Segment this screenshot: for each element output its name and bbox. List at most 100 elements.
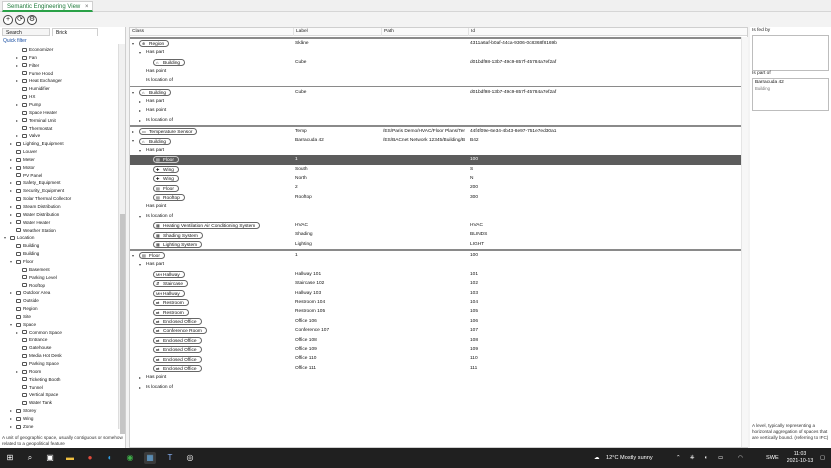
relation-group-row[interactable]: ▾ Has part	[130, 48, 741, 57]
relation-group-row[interactable]: Has point	[130, 202, 741, 211]
entity-row[interactable]: ▾ ▤ Floor 1 100	[130, 251, 741, 260]
tab-search[interactable]: Search	[2, 28, 50, 36]
tree-item[interactable]: Humidifier	[16, 85, 50, 93]
windows-start-icon[interactable]: ⊞	[4, 452, 16, 464]
refresh-icon[interactable]: ⟳	[15, 15, 25, 25]
relation-group-row[interactable]: ▸ Has point	[130, 373, 741, 382]
tray-chevron-icon[interactable]: ⌃	[676, 448, 681, 468]
relation-group-row[interactable]: ▾ Has part	[130, 146, 741, 155]
tree-item[interactable]: ▸ Wing	[10, 415, 33, 423]
tree-item[interactable]: Outside	[10, 297, 39, 305]
relation-group-row[interactable]: ▸ Is location of	[130, 383, 741, 392]
entity-row[interactable]: ⌂ Building Cube d01bdf98-13b7-49c9-857f-457…	[130, 58, 741, 67]
row-expander-icon[interactable]: ▸	[139, 383, 145, 392]
row-expander-icon[interactable]: ▸	[132, 127, 138, 136]
column-header-id[interactable]: Id	[468, 28, 748, 36]
class-pill[interactable]: ⌂ Building	[153, 58, 186, 66]
tree-item[interactable]: Tunnel	[16, 384, 43, 392]
row-expander-icon[interactable]: ▾	[139, 48, 145, 57]
row-expander-icon[interactable]: ▾	[139, 146, 145, 155]
class-pill[interactable]: ⇄ Enclosed Office	[153, 364, 202, 372]
app-icon-active[interactable]: ▦	[144, 452, 156, 464]
settings-icon[interactable]: ⚙	[27, 15, 37, 25]
tree-item[interactable]: Economizer	[16, 46, 53, 54]
row-expander-icon[interactable]: ▾	[132, 136, 138, 145]
class-pill[interactable]: ▭ Temperature Sensor	[139, 128, 198, 136]
class-pill[interactable]: ⇄ Enclosed Office	[153, 336, 202, 344]
class-pill[interactable]: ▤ Floor	[153, 156, 179, 164]
tree-item[interactable]: ▸ Water Heater	[10, 219, 50, 227]
class-pill[interactable]: ▦ Heating Ventilation Air Conditioning Sy…	[153, 222, 261, 230]
entity-row[interactable]: ⇄ Conference Room Conference 107 107	[130, 326, 741, 335]
tree-item[interactable]: ▸ Steam Distribution	[10, 203, 61, 211]
entity-row[interactable]: ▾ ⊕ Region Skåne 4311a6af-b0af-44ca-9306-0c8…	[130, 39, 741, 48]
row-expander-icon[interactable]: ▸	[139, 373, 145, 382]
class-pill[interactable]: ⇄ Restroom	[153, 299, 189, 307]
entity-row[interactable]: ▤ Floor 2 200	[130, 183, 741, 192]
wifi-icon[interactable]: ◠	[738, 448, 743, 468]
tree-item[interactable]: ▸ Security_Equipment	[10, 187, 64, 195]
tree-item[interactable]: ▸ Fan	[16, 54, 37, 62]
entity-row[interactable]: ⇄ Enclosed Office Office 106 106	[130, 317, 741, 326]
app-icon[interactable]: ◎	[184, 452, 196, 464]
entity-row[interactable]: ▤ Rooftop Rooftop 300	[130, 193, 741, 202]
class-pill[interactable]: ▦ Lighting System	[153, 240, 203, 248]
class-pill[interactable]: ▦ Shading System	[153, 231, 203, 239]
search-icon[interactable]: ⌕	[24, 452, 36, 464]
tree-item[interactable]: ▸ Safety_Equipment	[10, 179, 61, 187]
entity-row[interactable]: ✚ Wing South S	[130, 165, 741, 174]
clock[interactable]: 11:03 2021-10-13	[784, 451, 816, 465]
column-header-path[interactable]: Path	[381, 28, 468, 36]
entity-row[interactable]: ⇄ Enclosed Office Office 108 108	[130, 336, 741, 345]
row-expander-icon[interactable]: ▾	[139, 212, 145, 221]
tree-item[interactable]: Entrance	[16, 336, 47, 344]
row-expander-icon[interactable]: ▸	[139, 116, 145, 125]
tree-item[interactable]: ▸ Zone	[10, 423, 33, 429]
tree-item[interactable]: ▸ Heat Exchanger	[16, 77, 62, 85]
class-pill[interactable]: ⇄ Restroom	[153, 308, 189, 316]
tree-item[interactable]: Site	[10, 313, 31, 321]
close-icon[interactable]: ×	[85, 4, 89, 10]
relation-group-row[interactable]: Is location of	[130, 76, 741, 85]
class-pill[interactable]: ⊕ Region	[139, 39, 170, 47]
row-expander-icon[interactable]: ▾	[132, 251, 138, 260]
notification-icon[interactable]: ▢	[820, 448, 825, 468]
language-indicator[interactable]: SWE	[766, 448, 779, 468]
tab-semantic-engineering-view[interactable]: Semantic Engineering View ×	[2, 1, 94, 12]
tree-item[interactable]: Vertical Space	[16, 391, 58, 399]
tree-item[interactable]: Gatehouse	[16, 344, 51, 352]
class-pill[interactable]: ⌂ Building	[139, 137, 172, 145]
tree-item[interactable]: PV Panel	[10, 172, 42, 180]
entity-row[interactable]: MHHallway Hallway 103 103	[130, 289, 741, 298]
relation-group-row[interactable]: ▸ Has point	[130, 106, 741, 115]
tree-item[interactable]: Fume Hood	[16, 70, 53, 78]
tree-item[interactable]: Parking Level	[16, 274, 57, 282]
tree-item[interactable]: Rooftop	[16, 282, 45, 290]
edge-icon[interactable]: ◐	[104, 452, 116, 464]
class-pill[interactable]: ▤ Floor	[153, 184, 179, 192]
battery-icon[interactable]: ▭	[718, 448, 723, 468]
network-icon[interactable]: ⎈	[690, 448, 694, 468]
tab-brick[interactable]: Brick	[52, 28, 98, 36]
class-pill[interactable]: MHHallway	[153, 289, 185, 297]
tree-item[interactable]: ▾ Space	[10, 321, 36, 329]
tree-item[interactable]: Ticketing Booth	[16, 376, 61, 384]
entity-row[interactable]: ▦ Lighting System Lighting LIGHT	[130, 240, 741, 249]
class-pill[interactable]: ⇄ Enclosed Office	[153, 355, 202, 363]
entity-row[interactable]: ✚ Wing North N	[130, 174, 741, 183]
tree-item[interactable]: Basement	[16, 266, 50, 274]
entity-row[interactable]: ⇄ Enclosed Office Office 110 110	[130, 354, 741, 363]
tree-item[interactable]: Weather Station	[10, 227, 56, 235]
class-pill[interactable]: ▤ Rooftop	[153, 193, 185, 201]
tree-item[interactable]: ▾ Location	[4, 234, 34, 242]
row-expander-icon[interactable]: ▸	[139, 106, 145, 115]
relation-group-row[interactable]: ▾ Is location of	[130, 212, 741, 221]
chrome-icon[interactable]: ●	[84, 452, 96, 464]
tree-item[interactable]: ▸ Common Space	[16, 329, 62, 337]
class-pill[interactable]: ⌂ Building	[139, 88, 172, 96]
tree-item[interactable]: ▸ Terminal Unit	[16, 117, 56, 125]
tree-item[interactable]: Solar Thermal Collector	[10, 195, 71, 203]
tree-item[interactable]: Space Heater	[16, 109, 57, 117]
tree-scrollbar-thumb[interactable]	[120, 214, 125, 434]
class-pill[interactable]: ⇄ Conference Room	[153, 327, 207, 335]
